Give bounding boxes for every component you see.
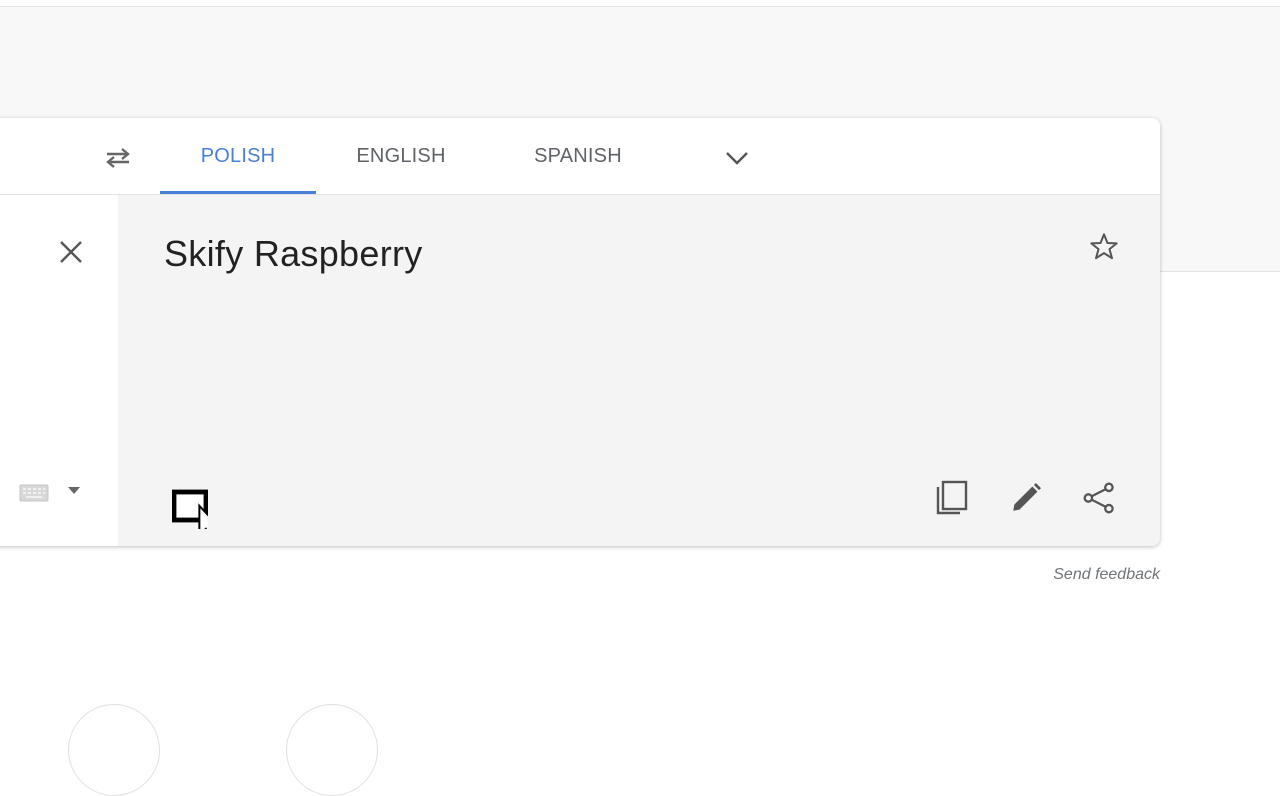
tab-english[interactable]: ENGLISH bbox=[335, 118, 467, 194]
save-translation-button[interactable] bbox=[1086, 229, 1122, 265]
bottom-action-circle[interactable] bbox=[68, 704, 160, 796]
keyboard-button[interactable] bbox=[18, 482, 50, 504]
keyboard-icon bbox=[19, 484, 49, 502]
mouse-cursor-icon bbox=[172, 489, 208, 529]
more-languages-button[interactable] bbox=[720, 144, 754, 172]
translation-pane: Skify Raspberry bbox=[118, 195, 1160, 546]
tab-spanish[interactable]: SPANISH bbox=[505, 118, 651, 194]
close-icon bbox=[60, 241, 82, 263]
share-icon bbox=[1083, 482, 1114, 514]
swap-arrows-icon bbox=[106, 148, 130, 168]
translation-output: Skify Raspberry bbox=[164, 233, 423, 274]
copy-icon bbox=[936, 480, 968, 515]
pencil-icon bbox=[1013, 482, 1042, 511]
clear-source-button[interactable] bbox=[52, 233, 90, 271]
source-pane bbox=[0, 195, 118, 546]
caret-down-icon bbox=[68, 487, 80, 494]
share-translation-button[interactable] bbox=[1079, 478, 1119, 518]
swap-languages-button[interactable] bbox=[100, 140, 136, 176]
language-bar: POLISH ENGLISH SPANISH bbox=[0, 118, 1160, 195]
copy-translation-button[interactable] bbox=[932, 478, 972, 518]
edit-translation-button[interactable] bbox=[1006, 478, 1046, 518]
tab-polish[interactable]: POLISH bbox=[160, 118, 316, 194]
chevron-down-icon bbox=[726, 152, 748, 165]
translation-card: POLISH ENGLISH SPANISH Skify Raspberry bbox=[0, 118, 1160, 546]
input-tools-menu-button[interactable] bbox=[66, 483, 82, 499]
send-feedback-link[interactable]: Send feedback bbox=[1053, 566, 1160, 584]
star-outline-icon bbox=[1090, 233, 1118, 260]
bottom-action-circle[interactable] bbox=[286, 704, 378, 796]
